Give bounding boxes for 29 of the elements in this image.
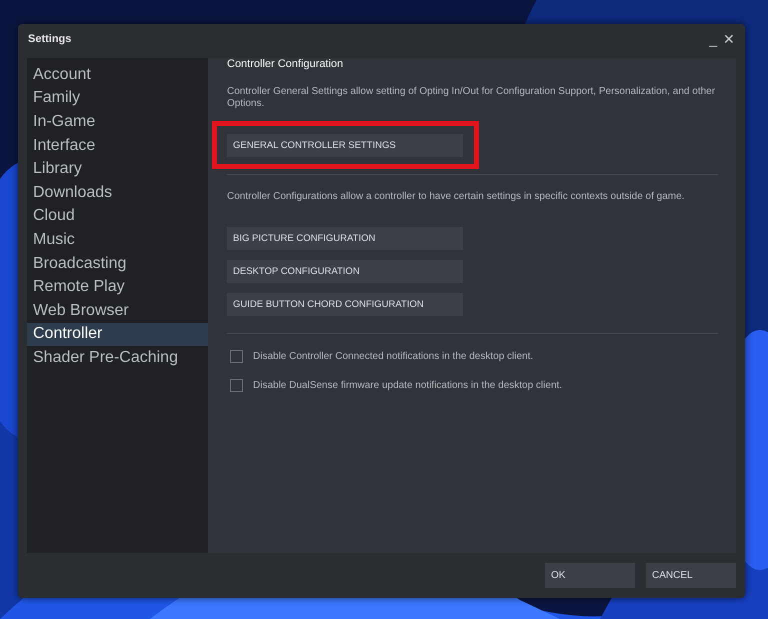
checkbox-label: Disable DualSense firmware update notifications in the desktop client. <box>253 380 562 391</box>
sidebar-item[interactable]: Remote Play <box>27 275 208 299</box>
sidebar-item[interactable]: Library <box>27 157 208 181</box>
ok-button[interactable]: OK <box>545 563 635 588</box>
checkbox[interactable] <box>230 379 243 392</box>
sidebar-item[interactable]: Interface <box>27 134 208 158</box>
sidebar-item[interactable]: Account <box>27 63 208 87</box>
configuration-button[interactable]: GENERAL CONTROLLER SETTINGS <box>227 134 463 157</box>
section-description: Controller General Settings allow setting of Opting In/Out for Configuration Support, Personalization, and other Options. <box>227 86 716 110</box>
sidebar-item[interactable]: Cloud <box>27 204 208 228</box>
section-heading: Controller Configuration <box>227 58 344 70</box>
configuration-button[interactable]: GUIDE BUTTON CHORD CONFIGURATION <box>227 293 463 316</box>
section-description: Controller Configurations allow a controller to have certain settings in specific contexts outside of game. <box>227 191 686 203</box>
sidebar-item[interactable]: Family <box>27 86 208 110</box>
checkbox-label: Disable Controller Connected notifications in the desktop client. <box>253 351 534 362</box>
close-button[interactable]: ✕ <box>723 32 735 46</box>
sidebar-item[interactable]: Broadcasting <box>27 252 208 276</box>
sidebar-item[interactable]: Downloads <box>27 180 208 205</box>
cancel-button[interactable]: CANCEL <box>646 563 736 588</box>
checkbox[interactable] <box>230 350 243 363</box>
configuration-button[interactable]: BIG PICTURE CONFIGURATION <box>227 227 463 250</box>
sidebar-item[interactable]: Controller <box>27 322 208 346</box>
window-title: Settings <box>28 33 72 45</box>
configuration-button[interactable]: DESKTOP CONFIGURATION <box>227 260 463 283</box>
sidebar-item[interactable]: Web Browser <box>27 298 208 323</box>
minimize-button[interactable]: _ <box>709 32 717 46</box>
sidebar-item[interactable]: Shader Pre-Caching <box>27 346 208 370</box>
sidebar-item[interactable]: Music <box>27 228 208 252</box>
sidebar-item[interactable]: In-Game <box>27 110 208 134</box>
